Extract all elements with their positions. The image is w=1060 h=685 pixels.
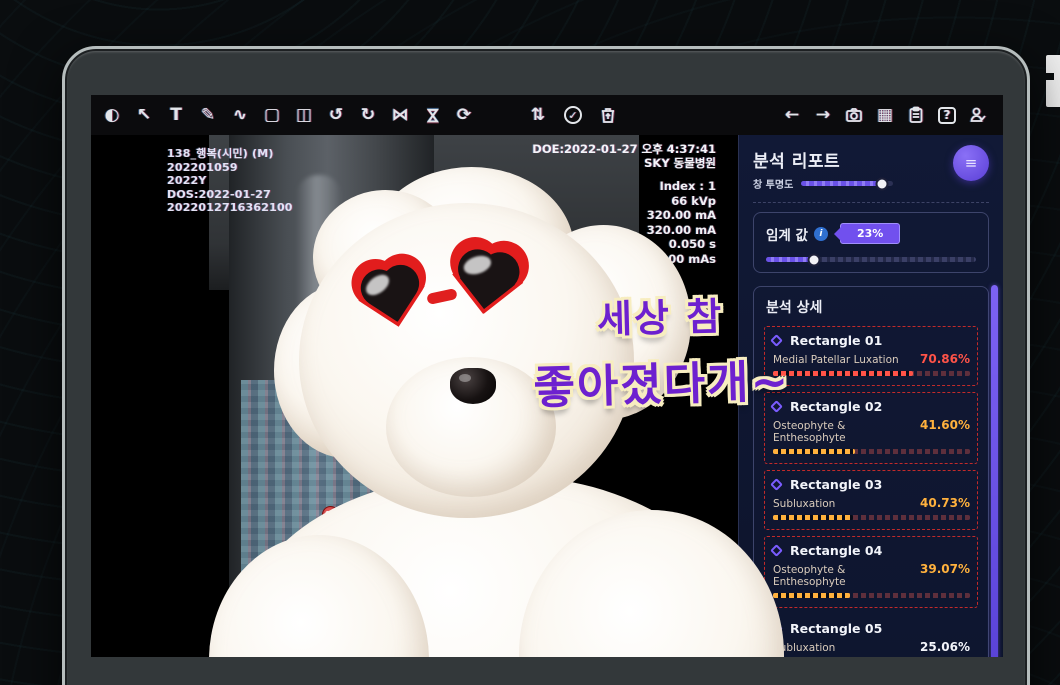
info-icon[interactable]: i bbox=[813, 226, 828, 241]
undo-icon[interactable]: ↺ bbox=[327, 106, 345, 124]
forward-icon[interactable]: → bbox=[814, 106, 832, 124]
flip-pages-icon[interactable]: ◫ bbox=[295, 106, 313, 124]
clipboard-icon[interactable] bbox=[907, 106, 925, 124]
threshold-slider[interactable] bbox=[766, 253, 976, 266]
analysis-item-progressbar bbox=[773, 449, 970, 454]
sort-icon[interactable]: ⇅ bbox=[529, 106, 547, 124]
analysis-item-value: 41.60% bbox=[920, 418, 970, 432]
threshold-value-badge: 23% bbox=[839, 223, 901, 244]
analysis-item-value: 25.06% bbox=[920, 640, 970, 654]
analysis-item-finding: Subluxation bbox=[773, 498, 836, 510]
opacity-label: 창 투명도 bbox=[753, 180, 794, 191]
confirm-icon[interactable]: ✓ bbox=[564, 106, 582, 124]
analysis-item-name: Rectangle 05 bbox=[790, 621, 883, 636]
meme-caption: 세상 참 좋아졌다개~ bbox=[494, 283, 827, 418]
toolbar-edit-group: ◐ ↖ T ✎ ∿ ▢ ◫ ↺ ↻ ⋈ ⋈ ⟳ bbox=[103, 106, 473, 124]
analysis-item-value: 70.86% bbox=[920, 352, 970, 366]
invert-icon[interactable]: ◐ bbox=[103, 106, 121, 124]
shape-tool-icon[interactable]: ▢ bbox=[263, 106, 281, 124]
panel-scrollbar[interactable] bbox=[991, 285, 998, 657]
exposure-index: Index : 1 bbox=[659, 179, 716, 193]
analysis-item-finding: Subluxation bbox=[773, 642, 836, 654]
film-icon[interactable]: ▦ bbox=[876, 106, 894, 124]
opacity-slider-fill bbox=[801, 181, 883, 186]
opacity-control: 창 투명도 bbox=[753, 176, 894, 191]
patient-name-line: 138_행복(시민) (M) bbox=[167, 147, 274, 160]
toolbar: ◐ ↖ T ✎ ∿ ▢ ◫ ↺ ↻ ⋈ ⋈ ⟳ ⇅ ✓ ← → ▦ ? bbox=[91, 95, 1003, 135]
flip-vertical-icon[interactable]: ⋈ bbox=[423, 106, 443, 124]
stage: ◐ ↖ T ✎ ∿ ▢ ◫ ↺ ↻ ⋈ ⋈ ⟳ ⇅ ✓ ← → ▦ ? 138_… bbox=[0, 0, 1060, 685]
exposure-kvp: 66 kVp bbox=[671, 193, 716, 208]
panel-menu-button[interactable]: ≡ bbox=[953, 145, 989, 181]
tablet-device: ◐ ↖ T ✎ ∿ ▢ ◫ ↺ ↻ ⋈ ⋈ ⟳ ⇅ ✓ ← → ▦ ? 138_… bbox=[62, 46, 1030, 685]
hospital-name: SKY 동물병원 bbox=[644, 156, 716, 170]
analysis-item-progressbar bbox=[773, 593, 970, 598]
pencil-icon[interactable]: ✎ bbox=[199, 106, 217, 124]
analysis-item-progress-fill bbox=[773, 593, 850, 598]
analysis-item-progress-fill bbox=[773, 449, 855, 454]
analysis-item-progressbar bbox=[773, 515, 970, 520]
rectangle-icon bbox=[770, 544, 783, 557]
study-date-line: DOS:2022-01-27 bbox=[167, 187, 271, 201]
help-icon[interactable]: ? bbox=[938, 106, 956, 124]
analysis-item-value: 39.07% bbox=[920, 562, 970, 576]
roi-marker-03[interactable]: 03 bbox=[322, 506, 339, 523]
analysis-item-name: Rectangle 03 bbox=[790, 477, 883, 492]
rectangle-icon bbox=[770, 478, 783, 491]
exposure-ma2: 320.00 mA bbox=[646, 222, 716, 237]
panel-header: 분석 리포트 창 투명도 ≡ bbox=[753, 145, 989, 191]
user-check-icon[interactable] bbox=[969, 106, 987, 124]
exposure-mas: 16.00 mAs bbox=[647, 251, 716, 266]
threshold-card: 임계 값 i 23% bbox=[753, 212, 989, 273]
toolbar-action-group: ⇅ ✓ bbox=[529, 106, 617, 124]
exposure-ma1: 320.00 mA bbox=[646, 208, 716, 222]
panel-title: 분석 리포트 bbox=[753, 152, 841, 172]
meme-line-1: 세상 참 bbox=[596, 294, 724, 342]
back-icon[interactable]: ← bbox=[783, 106, 801, 124]
camera-icon[interactable] bbox=[845, 106, 863, 124]
redo-icon[interactable]: ↻ bbox=[359, 106, 377, 124]
exposure-datetime: DOE:2022-01-27 오후 4:37:41 bbox=[532, 142, 716, 156]
accession-line: 2022012716362100 bbox=[167, 201, 293, 214]
analysis-item-progress-fill bbox=[773, 515, 854, 520]
flip-horizontal-icon[interactable]: ⋈ bbox=[391, 106, 409, 124]
analysis-item-finding: Osteophyte & Enthesophyte bbox=[773, 420, 846, 444]
app-screen: ◐ ↖ T ✎ ∿ ▢ ◫ ↺ ↻ ⋈ ⋈ ⟳ ⇅ ✓ ← → ▦ ? 138_… bbox=[91, 95, 1003, 657]
roi-marker-04[interactable]: 04 bbox=[347, 538, 364, 555]
opacity-slider[interactable] bbox=[801, 177, 894, 190]
threshold-slider-thumb[interactable] bbox=[807, 253, 821, 266]
cursor-icon[interactable]: ↖ bbox=[135, 106, 153, 124]
meme-line-2: 좋아졌다개~ bbox=[532, 354, 791, 415]
rectangle-icon bbox=[770, 622, 783, 635]
edge-logo-fragment bbox=[1046, 55, 1060, 107]
patient-year-line: 2022Y bbox=[167, 174, 207, 187]
toolbar-nav-group: ← → ▦ ? bbox=[783, 106, 987, 124]
patient-id-line: 202201059 bbox=[167, 160, 238, 174]
analysis-item[interactable]: Rectangle 04 Osteophyte & Enthesophyte 39.… bbox=[764, 536, 978, 608]
freehand-icon[interactable]: ∿ bbox=[231, 106, 249, 124]
analysis-item-name: Rectangle 04 bbox=[790, 543, 883, 558]
exposure-sec: 0.050 s bbox=[668, 237, 716, 251]
opacity-slider-thumb[interactable] bbox=[875, 177, 889, 190]
analysis-item[interactable]: Rectangle 03 Subluxation 40.73% bbox=[764, 470, 978, 530]
text-tool-icon[interactable]: T bbox=[167, 106, 185, 124]
analysis-item-finding: Osteophyte & Enthesophyte bbox=[773, 564, 846, 588]
patient-info-overlay: 138_행복(시민) (M) 202201059 2022Y DOS:2022-… bbox=[167, 147, 293, 215]
threshold-label: 임계 값 bbox=[766, 227, 808, 244]
exposure-info-overlay: Index : 1 66 kVp 320.00 mA 320.00 mA 0.0… bbox=[647, 179, 716, 266]
study-info-overlay: DOE:2022-01-27 오후 4:37:41 SKY 동물병원 bbox=[532, 142, 716, 170]
rotate-icon[interactable]: ⟳ bbox=[455, 106, 473, 124]
analysis-item[interactable]: Rectangle 05 Subluxation 25.06% bbox=[764, 614, 978, 657]
divider bbox=[753, 202, 989, 203]
analysis-item-value: 40.73% bbox=[920, 496, 970, 510]
trash-icon[interactable] bbox=[599, 106, 617, 124]
